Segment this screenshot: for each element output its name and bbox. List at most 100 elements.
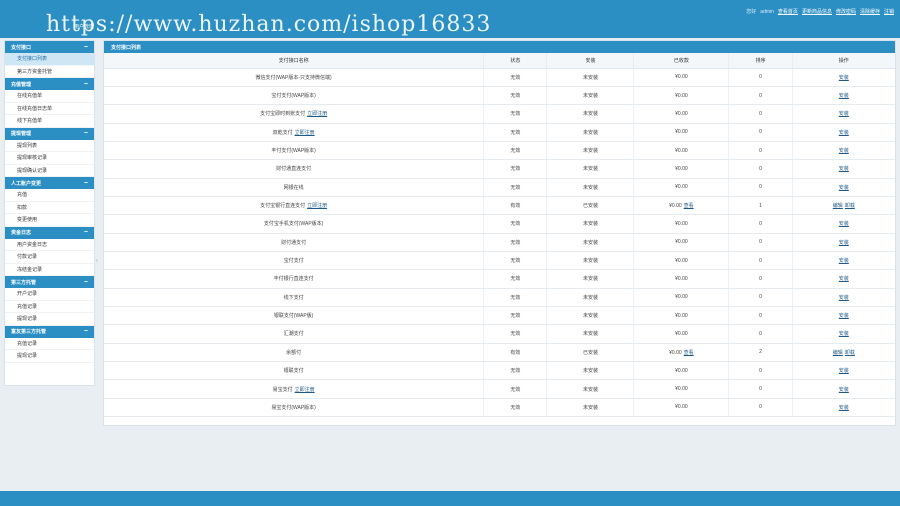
sidebar-group-header[interactable]: 资金日志 − (5, 226, 94, 239)
cell-name: 宝付支付 (104, 251, 485, 271)
sidebar-group-title: 支付接口 (11, 44, 32, 51)
sidebar-item[interactable]: 提现记录 (5, 350, 94, 363)
register-link[interactable]: 立即注册 (307, 203, 327, 209)
top-bar: https://www.huzhan.com/ishop16833 用户管理 您… (0, 0, 900, 38)
sidebar-item[interactable]: 变更使用 (5, 214, 94, 227)
sidebar-group-header[interactable]: 充值管理 − (5, 78, 94, 90)
table-row: 丰付支付(WAP版本) 无效 未安装 ¥0.00 0 安装 (104, 141, 895, 161)
view-link[interactable]: 查看 (684, 350, 694, 356)
operation-link[interactable]: 安装 (839, 258, 849, 264)
sidebar-item[interactable]: 在线充值单 (5, 90, 94, 103)
operation-link[interactable]: 安装 (839, 185, 849, 191)
view-link[interactable]: 查看 (684, 203, 694, 209)
sidebar-item[interactable]: 充值记录 (5, 338, 94, 350)
operation-link[interactable]: 编辑 (833, 350, 843, 356)
cell-install: 未安装 (546, 86, 635, 106)
operation-link[interactable]: 安装 (839, 130, 849, 136)
payment-name: 支付宝即时到账支付 (260, 111, 306, 118)
payment-name: 财付通支付 (281, 239, 307, 246)
top-link-logout[interactable]: 注销 (884, 8, 894, 15)
operation-link[interactable]: 卸载 (845, 203, 855, 209)
total-value: ¥0.00 (675, 147, 688, 154)
table-row: 微信支付(WAP版本-只支持微信端) 无效 未安装 ¥0.00 0 安装 (104, 68, 895, 87)
collapse-minus-icon[interactable]: − (84, 229, 88, 236)
operation-link[interactable]: 安装 (839, 405, 849, 411)
operation-link[interactable]: 编辑 (833, 203, 843, 209)
total-value: ¥0.00 (675, 294, 688, 301)
sidebar-group-header[interactable]: 人工账户变更 − (5, 177, 94, 189)
operation-link[interactable]: 安装 (839, 93, 849, 99)
collapse-minus-icon[interactable]: − (84, 279, 88, 286)
operation-link[interactable]: 安装 (839, 276, 849, 282)
operation-link[interactable]: 安装 (839, 75, 849, 81)
cell-sort: 1 (728, 196, 793, 216)
cell-sort: 0 (728, 159, 793, 179)
operation-link[interactable]: 安装 (839, 313, 849, 319)
cell-install: 未安装 (546, 269, 635, 289)
table-row: 双乾支付 立即注册 无效 未安装 ¥0.00 0 安装 (104, 123, 895, 142)
sidebar-item[interactable]: 提现审核记录 (5, 152, 94, 165)
top-link-home[interactable]: 查看首页 (778, 8, 798, 15)
operation-link[interactable]: 安装 (839, 148, 849, 154)
cell-total: ¥0.00 (633, 68, 730, 87)
sidebar-item[interactable]: 提现确认记录 (5, 165, 94, 177)
collapse-minus-icon[interactable]: − (84, 81, 88, 88)
operation-link[interactable]: 安装 (839, 221, 849, 227)
total-value: ¥0.00 (675, 110, 688, 117)
payment-name: 丰付银行直连支付 (273, 276, 314, 283)
operation-link[interactable]: 安装 (839, 166, 849, 172)
cell-install: 未安装 (546, 104, 635, 124)
cell-operation: 安装 (792, 178, 895, 197)
sidebar-group-header[interactable]: 支付接口 − (5, 41, 94, 53)
collapse-arrow-icon[interactable]: ‹ (96, 258, 100, 268)
operation-link[interactable]: 安装 (839, 111, 849, 117)
top-link-password[interactable]: 修改密码 (836, 8, 856, 15)
sidebar-item[interactable]: 线下充值单 (5, 115, 94, 128)
cell-name: 财付通直连支付 (104, 159, 485, 179)
cell-name: 线下支付 (104, 288, 485, 307)
top-nav-item[interactable]: 用户管理 (70, 21, 98, 32)
cell-total: ¥0.00 (633, 141, 730, 161)
cell-status: 无效 (483, 269, 548, 289)
sidebar-item[interactable]: 付款记录 (5, 251, 94, 264)
cell-sort: 0 (728, 233, 793, 252)
operation-link[interactable]: 安装 (839, 331, 849, 337)
register-link[interactable]: 立即注册 (307, 111, 327, 117)
cell-sort: 0 (728, 141, 793, 161)
operation-link[interactable]: 安装 (839, 387, 849, 393)
cell-total: ¥0.00 (633, 361, 730, 381)
collapse-minus-icon[interactable]: − (84, 44, 88, 51)
cell-status: 无效 (483, 233, 548, 252)
operation-link[interactable]: 安装 (839, 295, 849, 301)
sidebar-group-header[interactable]: 第三方托管 − (5, 276, 94, 288)
sidebar-item[interactable]: 第三方资金托管 (5, 66, 94, 78)
payment-table: 支付接口名称 状态 安装 已收款 排序 操作 微信支付(WAP版本-只支持微信端… (104, 53, 895, 418)
cell-operation: 安装 (792, 251, 895, 271)
top-link-cache[interactable]: 清除缓存 (860, 8, 880, 15)
top-link-update[interactable]: 更新商品信息 (802, 8, 832, 15)
register-link[interactable]: 立即注册 (295, 387, 315, 393)
sidebar-item[interactable]: 开户记录 (5, 288, 94, 301)
cell-name: 财付通支付 (104, 233, 485, 252)
register-link[interactable]: 立即注册 (295, 130, 315, 136)
cell-operation: 安装 (792, 361, 895, 381)
sidebar-item[interactable]: 用户资金日志 (5, 239, 94, 251)
operation-link[interactable]: 安装 (839, 240, 849, 246)
sidebar-group-header[interactable]: 富友第三方托管 − (5, 325, 94, 338)
sidebar-item[interactable]: 扣款 (5, 202, 94, 214)
sidebar-item[interactable]: 支付接口列表 (5, 53, 94, 66)
sidebar-item[interactable]: 充值记录 (5, 301, 94, 313)
sidebar-item[interactable]: 提现列表 (5, 140, 94, 152)
collapse-minus-icon[interactable]: − (84, 130, 88, 137)
sidebar-group-header[interactable]: 提现管理 − (5, 127, 94, 140)
sidebar-item[interactable]: 提现记录 (5, 313, 94, 326)
sidebar-item[interactable]: 冻结金记录 (5, 264, 94, 276)
operation-link[interactable]: 安装 (839, 368, 849, 374)
sidebar-item[interactable]: 在线充值日志单 (5, 103, 94, 115)
cell-sort: 0 (728, 68, 793, 87)
collapse-minus-icon[interactable]: − (84, 180, 88, 187)
collapse-minus-icon[interactable]: − (84, 328, 88, 335)
operation-link[interactable]: 卸载 (845, 350, 855, 356)
sidebar-item[interactable]: 充值 (5, 189, 94, 202)
sidebar-group: 人工账户变更 − 充值 扣款 变更使用 (5, 177, 94, 227)
